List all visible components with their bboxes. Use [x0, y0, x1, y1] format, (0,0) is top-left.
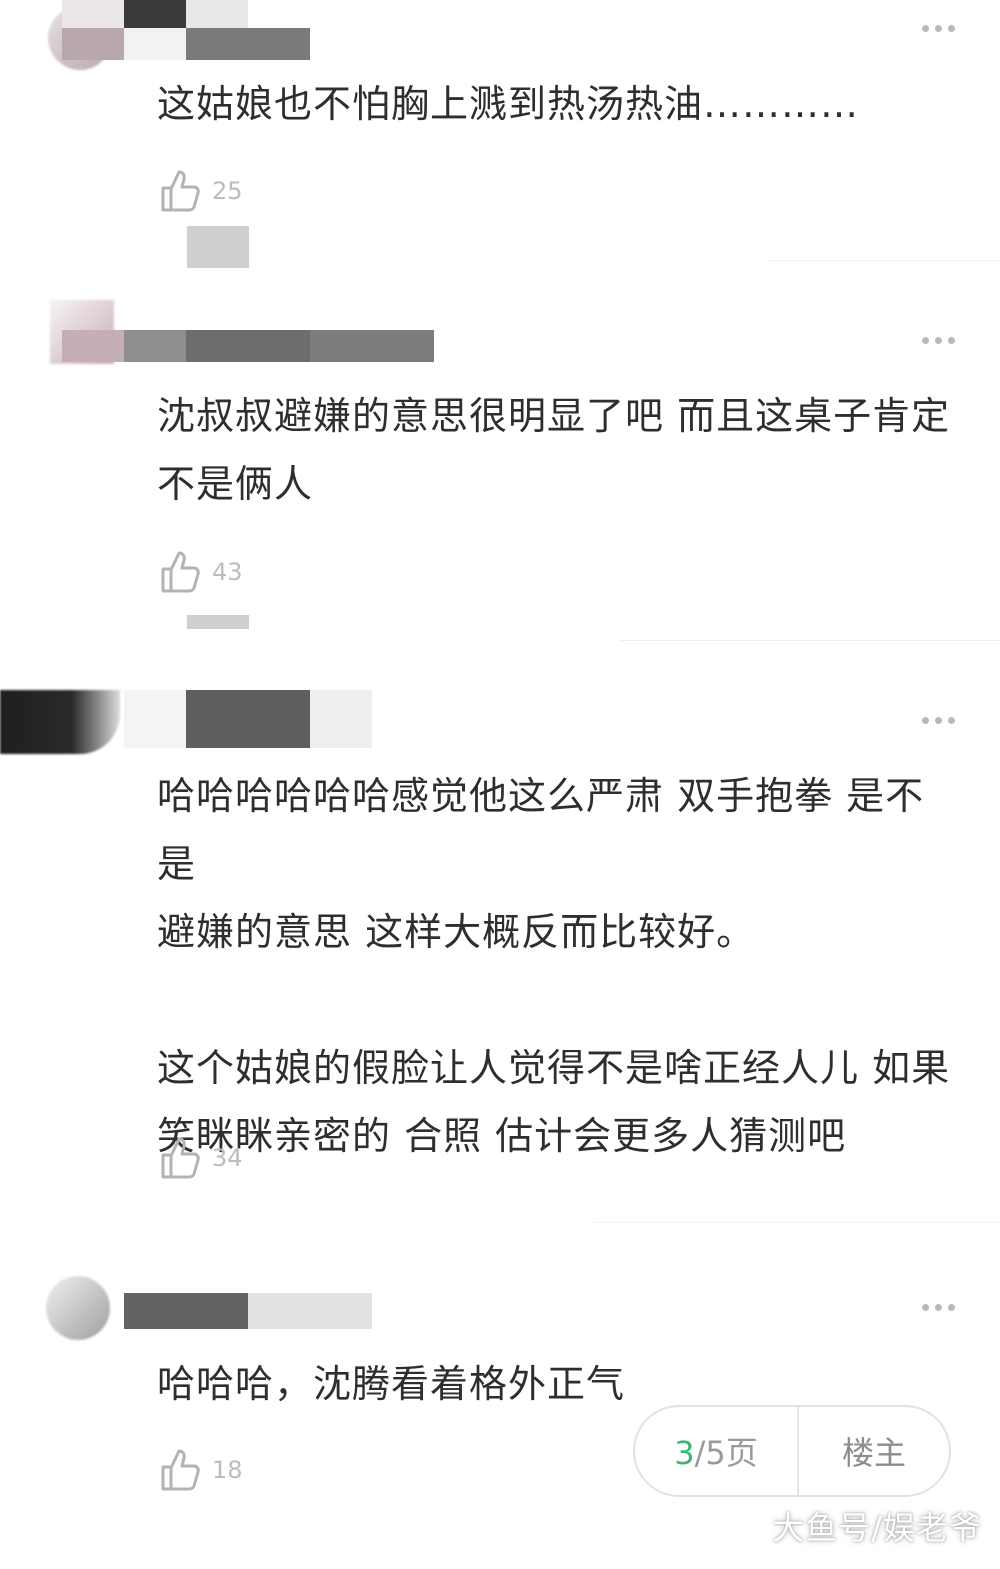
total-pages: /5页: [694, 1434, 758, 1472]
like-button[interactable]: 43: [160, 549, 243, 595]
thumbs-up-icon: [161, 1137, 200, 1179]
current-page: 3: [674, 1434, 695, 1472]
reply-mosaic: [187, 615, 249, 629]
comment-line: 哈哈哈哈哈哈感觉他这么严肃 双手抱拳 是不是: [157, 774, 925, 886]
username-mosaic[interactable]: [62, 330, 434, 362]
comment-text: 沈叔叔避嫌的意思很明显了吧 而且这桌子肯定 不是俩人: [157, 382, 957, 518]
avatar[interactable]: [46, 1276, 110, 1340]
more-dots-icon[interactable]: [916, 1299, 960, 1315]
comment-line: 不是俩人: [157, 462, 314, 506]
comment-line: 避嫌的意思 这样大概反而比较好。: [157, 910, 756, 954]
username-mosaic-2: [62, 28, 310, 60]
more-dots-icon[interactable]: [916, 20, 960, 36]
watermark: 大鱼号/娱老爷: [772, 1509, 982, 1547]
comment-line: 这姑娘也不怕胸上溅到热汤热油…………: [157, 82, 860, 126]
divider: [594, 1222, 1000, 1223]
like-button[interactable]: 18: [160, 1447, 243, 1493]
page-indicator-button[interactable]: 3/5页: [635, 1428, 797, 1474]
like-button[interactable]: 25: [160, 168, 243, 214]
comment-text: 这姑娘也不怕胸上溅到热汤热油…………: [157, 70, 957, 138]
divider: [620, 640, 1000, 641]
comment-line-gap: [157, 966, 957, 1034]
divider: [770, 260, 1000, 261]
username-mosaic[interactable]: [124, 1293, 372, 1329]
like-count: 18: [212, 1456, 243, 1484]
like-count: 25: [212, 177, 243, 205]
reply-mosaic: [187, 226, 249, 268]
page-navigator: 3/5页 楼主: [633, 1405, 951, 1497]
comment-line: 沈叔叔避嫌的意思很明显了吧 而且这桌子肯定: [157, 394, 951, 438]
comment-text: 哈哈哈哈哈哈感觉他这么严肃 双手抱拳 是不是 避嫌的意思 这样大概反而比较好。 …: [157, 762, 957, 1170]
more-dots-icon[interactable]: [916, 332, 960, 348]
only-owner-button[interactable]: 楼主: [799, 1428, 949, 1474]
avatar[interactable]: [0, 690, 120, 754]
comment-line: 这个姑娘的假脸让人觉得不是啥正经人儿 如果: [157, 1046, 951, 1090]
like-button[interactable]: 34: [160, 1135, 243, 1181]
thumbs-up-icon: [161, 1449, 200, 1491]
more-dots-icon[interactable]: [916, 712, 960, 728]
username-mosaic[interactable]: [124, 690, 372, 748]
like-count: 43: [212, 558, 243, 586]
comment-line: 笑眯眯亲密的 合照 估计会更多人猜测吧: [157, 1114, 847, 1158]
like-count: 34: [212, 1144, 243, 1172]
thumbs-up-icon: [161, 551, 200, 593]
thumbs-up-icon: [161, 170, 200, 212]
